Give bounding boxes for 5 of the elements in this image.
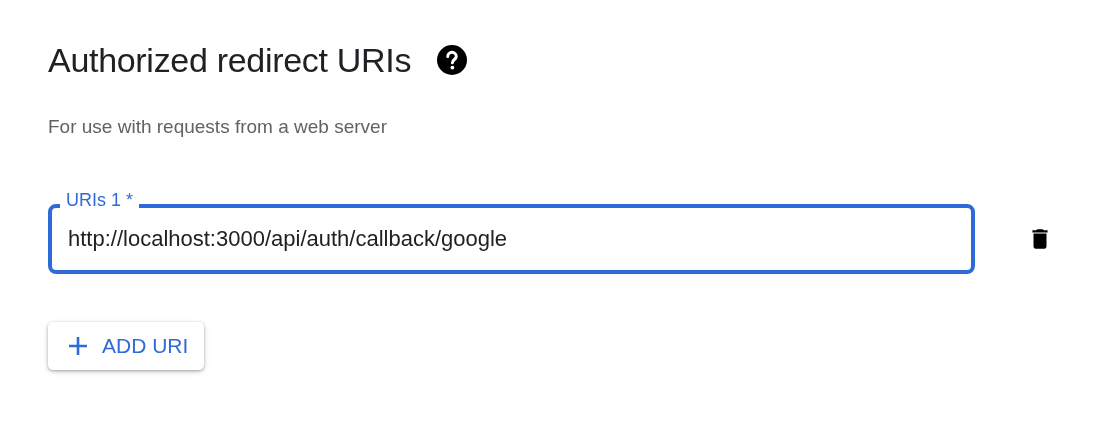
section-subtitle: For use with requests from a web server	[48, 116, 388, 139]
plus-icon	[66, 334, 90, 358]
help-icon[interactable]	[437, 45, 468, 75]
section-title: Authorized redirect URIs	[48, 40, 412, 80]
add-uri-button[interactable]: ADD URI	[48, 322, 205, 370]
